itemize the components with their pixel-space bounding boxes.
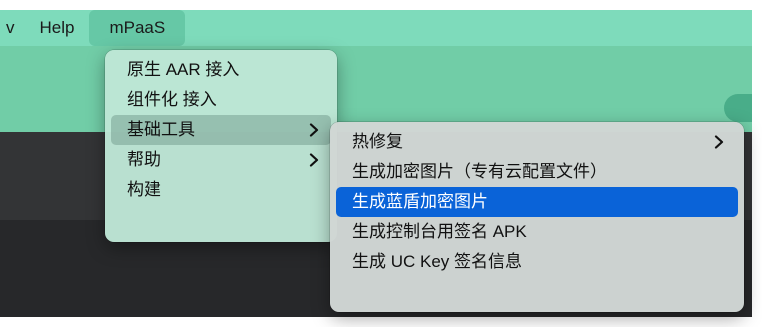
menu-item-help[interactable]: 帮助: [111, 145, 331, 175]
menu-item-label: 构建: [127, 180, 161, 199]
submenu-item-uc-key-signature[interactable]: 生成 UC Key 签名信息: [336, 247, 738, 277]
submenu-item-hotfix[interactable]: 热修复: [336, 127, 738, 157]
basic-tools-submenu: 热修复 生成加密图片（专有云配置文件） 生成蓝盾加密图片 生成控制台用签名 AP…: [330, 122, 744, 312]
menu-item-label: 组件化 接入: [127, 90, 217, 109]
menubar-item-view[interactable]: v: [0, 10, 29, 46]
menu-item-component-access[interactable]: 组件化 接入: [111, 85, 331, 115]
toolbar-edge-control: [724, 94, 752, 122]
menu-item-label: 基础工具: [127, 120, 195, 139]
menu-item-label: 生成蓝盾加密图片: [352, 192, 488, 211]
menu-item-label: 生成加密图片（专有云配置文件）: [352, 162, 607, 181]
submenu-item-lanshield-encrypted-image[interactable]: 生成蓝盾加密图片: [336, 187, 738, 217]
menubar-item-help[interactable]: Help: [29, 10, 86, 46]
menu-item-label: 热修复: [352, 132, 403, 151]
mpaas-menu: 原生 AAR 接入 组件化 接入 基础工具 帮助 构建: [105, 50, 337, 242]
chevron-right-icon: [309, 123, 319, 137]
menu-item-label: 原生 AAR 接入: [127, 60, 240, 79]
menu-item-label: 帮助: [127, 150, 161, 169]
chevron-right-icon: [309, 153, 319, 167]
menu-item-label: 生成 UC Key 签名信息: [352, 252, 523, 271]
menu-item-label: 生成控制台用签名 APK: [352, 222, 527, 241]
menu-bar: v Help mPaaS: [0, 10, 752, 46]
menu-item-native-aar[interactable]: 原生 AAR 接入: [111, 55, 331, 85]
chevron-right-icon: [714, 135, 724, 149]
menu-item-build[interactable]: 构建: [111, 175, 331, 205]
menu-item-basic-tools[interactable]: 基础工具: [111, 115, 331, 145]
submenu-item-console-signed-apk[interactable]: 生成控制台用签名 APK: [336, 217, 738, 247]
menubar-item-mpaas[interactable]: mPaaS: [89, 10, 186, 46]
submenu-item-encrypted-image-private-cloud[interactable]: 生成加密图片（专有云配置文件）: [336, 157, 738, 187]
